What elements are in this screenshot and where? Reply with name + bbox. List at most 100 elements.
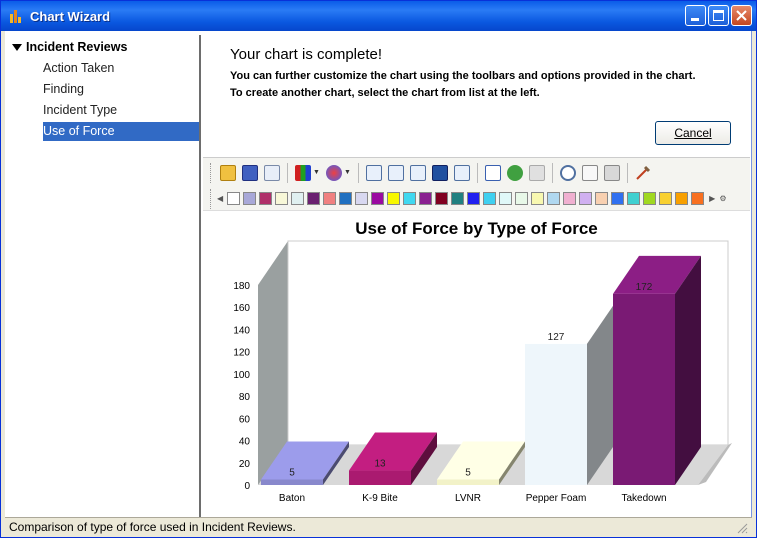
status-text: Comparison of type of force used in Inci… — [9, 520, 296, 534]
data-label: 5 — [289, 467, 295, 478]
tree-item-finding[interactable]: Finding — [41, 80, 197, 99]
y-tick-label: 100 — [233, 370, 250, 381]
color-palette-bar: ◀ ▶ ⚙ — [203, 187, 750, 211]
cancel-button-label: Cancel — [674, 126, 712, 140]
y-tick-label: 80 — [239, 392, 251, 403]
bar-front — [349, 470, 411, 485]
palette-swatch[interactable] — [563, 192, 577, 205]
tree-item-use-of-force[interactable]: Use of Force — [43, 122, 199, 141]
tools-icon[interactable] — [635, 165, 651, 181]
data-label: 127 — [548, 332, 565, 343]
palette-swatch[interactable] — [675, 192, 689, 205]
chart-toolbar: ▼ ▼ — [203, 157, 750, 187]
palette-swatch[interactable] — [371, 192, 385, 205]
print-icon[interactable] — [603, 164, 620, 181]
palette-swatch[interactable] — [435, 192, 449, 205]
palette-swatch[interactable] — [643, 192, 657, 205]
toolbar-separator — [551, 162, 553, 183]
palette-dropdown-icon[interactable]: ▼ — [344, 169, 351, 176]
data-label: 172 — [636, 282, 653, 293]
resize-grip-icon[interactable] — [736, 522, 748, 534]
y-tick-label: 0 — [244, 481, 250, 492]
tree-item-action-taken[interactable]: Action Taken — [41, 59, 197, 78]
status-bar: Comparison of type of force used in Inci… — [5, 517, 752, 537]
open-icon[interactable] — [220, 164, 236, 181]
palette-grip[interactable] — [210, 188, 213, 209]
rotate-icon[interactable] — [506, 164, 523, 181]
y-tick-label: 140 — [233, 325, 250, 336]
chart-panel: Use of Force by Type of Force 0 20 40 60 80 1… — [203, 211, 750, 517]
palette-swatch[interactable] — [579, 192, 593, 205]
tree-root-label: Incident Reviews — [26, 40, 128, 54]
y-tick-label: 60 — [239, 414, 251, 425]
bar-chart: 0 20 40 60 80 100 120 140 160 180 5 Baton 13 K-9 Bite… — [233, 240, 732, 504]
save-icon[interactable] — [242, 164, 258, 181]
palette-left-arrow-icon[interactable]: ◀ — [217, 194, 223, 203]
grid-icon[interactable] — [453, 164, 470, 181]
palette-swatch[interactable] — [611, 192, 625, 205]
maximize-button[interactable] — [708, 5, 729, 26]
minimize-button[interactable] — [685, 5, 706, 26]
palette-swatch[interactable] — [659, 192, 673, 205]
axis-icon[interactable] — [409, 164, 426, 181]
palette-swatch[interactable] — [291, 192, 305, 205]
category-label: Takedown — [621, 493, 666, 504]
print-preview-icon[interactable] — [581, 164, 598, 181]
toolbar-separator — [287, 162, 288, 183]
zoom-icon[interactable] — [559, 164, 576, 181]
palette-swatch[interactable] — [595, 192, 609, 205]
chart-list-tree: Incident Reviews Action Taken Finding In… — [5, 35, 201, 517]
toolbar-separator — [357, 162, 359, 183]
cancel-button[interactable]: Cancel — [655, 121, 731, 145]
category-label: K-9 Bite — [362, 493, 398, 504]
palette-settings-icon[interactable]: ⚙ — [719, 194, 726, 203]
palette-right-arrow-icon[interactable]: ▶ — [709, 194, 715, 203]
palette-swatch[interactable] — [275, 192, 289, 205]
y-tick-label: 160 — [233, 303, 250, 314]
palette-swatch[interactable] — [355, 192, 369, 205]
category-label: Baton — [279, 493, 305, 504]
palette-swatch[interactable] — [323, 192, 337, 205]
palette-swatch[interactable] — [691, 192, 705, 205]
bar-front — [437, 479, 499, 485]
bar-side — [675, 255, 701, 485]
expand-triangle-icon[interactable] — [12, 43, 22, 51]
bar-front — [261, 479, 323, 485]
palette-swatch[interactable] — [227, 192, 241, 205]
chart-type-icon[interactable] — [295, 164, 311, 181]
palette-swatch[interactable] — [259, 192, 273, 205]
palette-swatch[interactable] — [419, 192, 433, 205]
data-editor-icon[interactable] — [365, 164, 382, 181]
toolbar-grip[interactable] — [210, 162, 213, 183]
close-button[interactable] — [731, 5, 752, 26]
tree-root-incident-reviews[interactable]: Incident Reviews — [12, 40, 127, 54]
table-icon[interactable] — [431, 164, 448, 181]
title-bar[interactable]: Chart Wizard — [1, 1, 756, 31]
palette-swatch[interactable] — [547, 192, 561, 205]
palette-swatch[interactable] — [627, 192, 641, 205]
copy-icon[interactable] — [264, 164, 280, 181]
bar-front — [613, 293, 675, 485]
palette-swatch[interactable] — [387, 192, 401, 205]
palette-swatch[interactable] — [339, 192, 353, 205]
palette-swatch[interactable] — [483, 192, 497, 205]
view-3d-icon[interactable] — [484, 164, 501, 181]
palette-swatch[interactable] — [307, 192, 321, 205]
palette-swatch[interactable] — [531, 192, 545, 205]
y-tick-label: 20 — [239, 459, 251, 470]
legend-icon[interactable] — [387, 164, 404, 181]
chart-app-icon — [9, 8, 25, 24]
perspective-icon[interactable] — [528, 164, 545, 181]
category-label: LVNR — [455, 493, 481, 504]
palette-swatch[interactable] — [467, 192, 481, 205]
chart-type-dropdown-icon[interactable]: ▼ — [313, 169, 320, 176]
instruction-line-2: To create another chart, select the char… — [230, 87, 540, 99]
tree-item-incident-type[interactable]: Incident Type — [41, 101, 197, 120]
palette-icon[interactable] — [325, 164, 342, 181]
palette-swatch[interactable] — [515, 192, 529, 205]
palette-swatch[interactable] — [451, 192, 465, 205]
palette-swatch[interactable] — [499, 192, 513, 205]
palette-swatch[interactable] — [243, 192, 257, 205]
palette-swatch[interactable] — [403, 192, 417, 205]
toolbar-separator — [626, 162, 628, 183]
